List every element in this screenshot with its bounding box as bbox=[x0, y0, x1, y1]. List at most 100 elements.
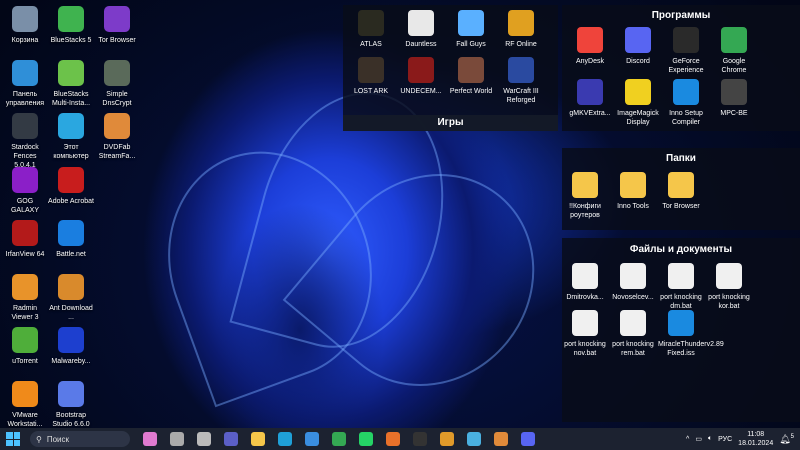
icon-этот-компьютер[interactable]: Этот компьютер bbox=[48, 113, 94, 161]
icon-конфиги-роутеров[interactable]: !!Конфиги роутеров bbox=[562, 172, 608, 220]
icon-inno-tools[interactable]: Inno Tools bbox=[610, 172, 656, 211]
icon-imagemagick-display[interactable]: ImageMagick Display bbox=[615, 79, 661, 127]
fences-icon[interactable] bbox=[413, 432, 427, 446]
bootstrap-icon[interactable] bbox=[467, 432, 481, 446]
icon-novoselcev[interactable]: Novoselcev... bbox=[610, 263, 656, 302]
icon-gmkvextra[interactable]: gMKVExtra... bbox=[567, 79, 613, 118]
icon-undecem[interactable]: UNDECEM... bbox=[398, 57, 444, 96]
fence-title[interactable]: Игры bbox=[343, 115, 558, 131]
icon-label: ATLAS bbox=[348, 40, 394, 49]
icon-label: Radmin Viewer 3 bbox=[2, 304, 48, 322]
app-icon bbox=[12, 274, 38, 300]
fence-folders: Папки !!Конфиги роутеровInno ToolsTor Br… bbox=[562, 148, 800, 230]
fence-title[interactable]: Папки bbox=[562, 153, 800, 164]
icon-warcraft-iii-reforged[interactable]: WarCraft III Reforged bbox=[498, 57, 544, 105]
clock[interactable]: 11:0818.01.2024 bbox=[738, 430, 773, 448]
icon-label: Adobe Acrobat bbox=[48, 197, 94, 206]
store-icon[interactable] bbox=[305, 432, 319, 446]
app-icon bbox=[358, 10, 384, 36]
icon-irfanview-64[interactable]: IrfanView 64 bbox=[2, 220, 48, 259]
network-icon[interactable]: ▭ bbox=[695, 435, 702, 443]
edge-icon[interactable] bbox=[278, 432, 292, 446]
firefox-icon[interactable] bbox=[386, 432, 400, 446]
copilot-icon[interactable] bbox=[143, 432, 157, 446]
app-icon bbox=[673, 27, 699, 53]
dvdfab-icon[interactable] bbox=[494, 432, 508, 446]
icon-label: port knocking nov.bat bbox=[562, 340, 608, 358]
icon-adobe-acrobat[interactable]: Adobe Acrobat bbox=[48, 167, 94, 206]
icon-fall-guys[interactable]: Fall Guys bbox=[448, 10, 494, 49]
icon-tor-browser[interactable]: Tor Browser bbox=[658, 172, 704, 211]
icon-label: BlueStacks 5 bbox=[48, 36, 94, 45]
app-icon bbox=[58, 6, 84, 32]
icon-port-knocking-kor-bat[interactable]: port knocking kor.bat bbox=[706, 263, 752, 311]
chrome-icon[interactable] bbox=[332, 432, 346, 446]
taskbar-search[interactable]: ⚲Поиск bbox=[30, 431, 130, 447]
windows-start-icon[interactable] bbox=[6, 432, 20, 446]
icon-battle-net[interactable]: Battle.net bbox=[48, 220, 94, 259]
fence-files: Файлы и документы Dmitrovka...Novoselcev… bbox=[562, 238, 800, 422]
icon-label: Perfect World bbox=[448, 87, 494, 96]
icon-tor-browser[interactable]: Tor Browser bbox=[94, 6, 140, 45]
language-indicator[interactable]: РУС bbox=[718, 436, 732, 443]
icon-utorrent[interactable]: uTorrent bbox=[2, 327, 48, 366]
icon-ant-download[interactable]: Ant Download ... bbox=[48, 274, 94, 322]
icon-geforce-experience[interactable]: GeForce Experience bbox=[663, 27, 709, 75]
icon-radmin-viewer-3[interactable]: Radmin Viewer 3 bbox=[2, 274, 48, 322]
icon-bluestacks-multi-insta[interactable]: BlueStacks Multi-Insta... bbox=[48, 60, 94, 108]
icon-inno-setup-compiler[interactable]: Inno Setup Compiler bbox=[663, 79, 709, 127]
icon-miraclethunderv2-89-fixed-iss[interactable]: MiracleThunderv2.89 Fixed.iss bbox=[658, 310, 704, 358]
date: 18.01.2024 bbox=[738, 439, 773, 448]
app-icon bbox=[673, 79, 699, 105]
app-icon bbox=[458, 57, 484, 83]
discord-app-icon[interactable] bbox=[521, 432, 535, 446]
icon-label: Корзина bbox=[2, 36, 48, 45]
icon-port-knocking-rem-bat[interactable]: port knocking rem.bat bbox=[610, 310, 656, 358]
icon-label: port knocking dm.bat bbox=[658, 293, 704, 311]
file-explorer-icon[interactable] bbox=[251, 432, 265, 446]
teams-icon[interactable] bbox=[224, 432, 238, 446]
icon-vmware-workstati[interactable]: VMware Workstati... bbox=[2, 381, 48, 429]
icon-google-chrome[interactable]: Google Chrome bbox=[711, 27, 757, 75]
icon-dmitrovka[interactable]: Dmitrovka... bbox=[562, 263, 608, 302]
icon-mpc-be[interactable]: MPC-BE bbox=[711, 79, 757, 118]
app-icon bbox=[625, 27, 651, 53]
icon-port-knocking-nov-bat[interactable]: port knocking nov.bat bbox=[562, 310, 608, 358]
app-icon bbox=[58, 167, 84, 193]
task-view-icon[interactable] bbox=[170, 432, 184, 446]
icon-rf-online[interactable]: RF Online bbox=[498, 10, 544, 49]
icon-bluestacks-5[interactable]: BlueStacks 5 bbox=[48, 6, 94, 45]
icon-label: BlueStacks Multi-Insta... bbox=[48, 90, 94, 108]
notification-bell-icon[interactable]: 🔔︎5 bbox=[779, 434, 794, 445]
icon-label: gMKVExtra... bbox=[567, 109, 613, 118]
icon-anydesk[interactable]: AnyDesk bbox=[567, 27, 613, 66]
icon-корзина[interactable]: Корзина bbox=[2, 6, 48, 45]
icon-stardock-fences-5-0-4-1[interactable]: Stardock Fences 5.0.4.1 bbox=[2, 113, 48, 170]
chevron-up-icon[interactable]: ^ bbox=[686, 436, 689, 443]
icon-perfect-world[interactable]: Perfect World bbox=[448, 57, 494, 96]
app-icon bbox=[716, 263, 742, 289]
icon-malwareby[interactable]: Malwareby... bbox=[48, 327, 94, 366]
icon-панель-управления[interactable]: Панель управления bbox=[2, 60, 48, 108]
icon-gog-galaxy[interactable]: GOG GALAXY bbox=[2, 167, 48, 215]
ant-download-icon[interactable] bbox=[440, 432, 454, 446]
whatsapp-icon[interactable] bbox=[359, 432, 373, 446]
app-icon bbox=[58, 113, 84, 139]
icon-simple-dnscrypt[interactable]: Simple DnsCrypt bbox=[94, 60, 140, 108]
icon-bootstrap-studio-6-6-0[interactable]: Bootstrap Studio 6.6.0 bbox=[48, 381, 94, 429]
fence-title[interactable]: Файлы и документы bbox=[562, 244, 800, 255]
icon-dvdfab-streamfa[interactable]: DVDFab StreamFa... bbox=[94, 113, 140, 161]
icon-discord[interactable]: Discord bbox=[615, 27, 661, 66]
icon-port-knocking-dm-bat[interactable]: port knocking dm.bat bbox=[658, 263, 704, 311]
widgets-icon[interactable] bbox=[197, 432, 211, 446]
icon-atlas[interactable]: ATLAS bbox=[348, 10, 394, 49]
icon-lost-ark[interactable]: LOST ARK bbox=[348, 57, 394, 96]
app-icon bbox=[12, 167, 38, 193]
app-icon bbox=[12, 327, 38, 353]
icon-dauntless[interactable]: Dauntless bbox=[398, 10, 444, 49]
app-icon bbox=[58, 60, 84, 86]
fence-title[interactable]: Программы bbox=[562, 10, 800, 21]
system-tray: ^ ▭ 🔈︎ РУС 11:0818.01.2024 🔔︎5 bbox=[686, 428, 794, 450]
volume-icon[interactable]: 🔈︎ bbox=[708, 435, 712, 443]
search-icon: ⚲ bbox=[36, 435, 42, 444]
